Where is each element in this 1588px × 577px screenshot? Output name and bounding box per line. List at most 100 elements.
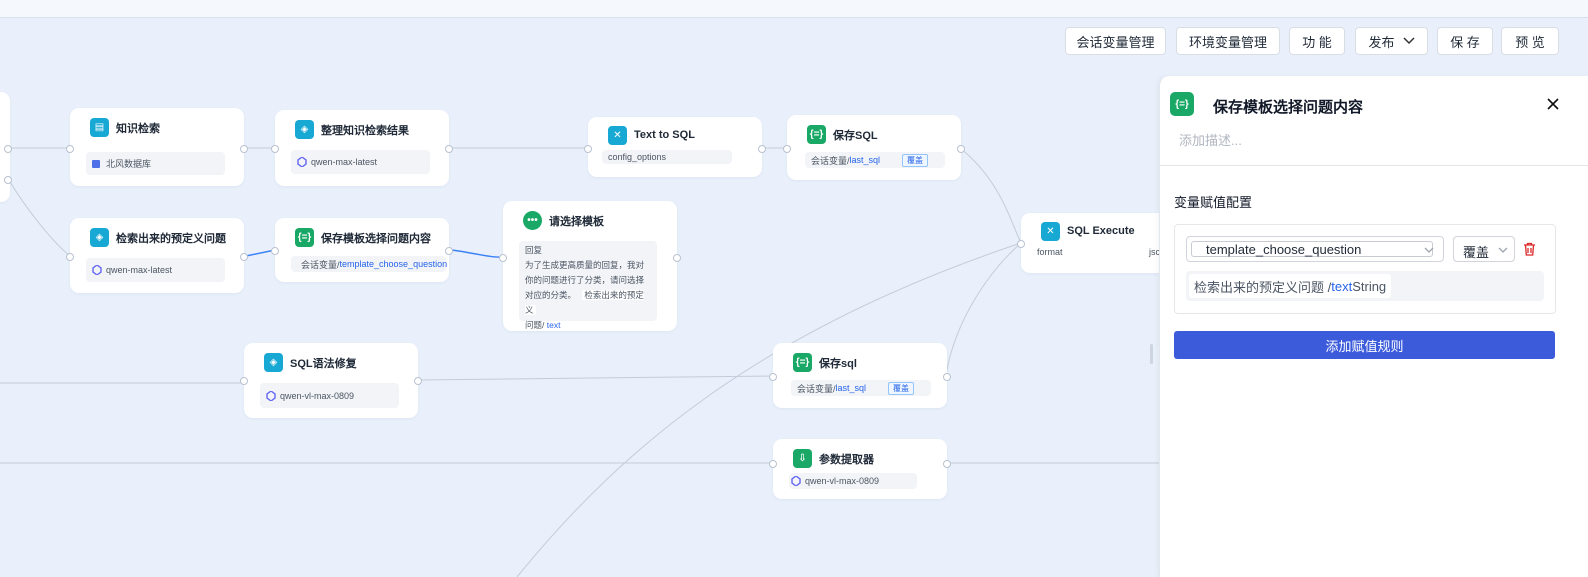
node-title: 保存SQL: [833, 130, 878, 142]
node-port[interactable]: [4, 176, 12, 184]
reply-line: 为了生成更高质量的回复，我对: [525, 260, 645, 270]
node-subtitle: qwen-max-latest: [291, 150, 430, 174]
save-sql-lower-node[interactable]: {=} 保存sql 会话变量/ last_sql 覆盖: [773, 343, 947, 408]
sql-execute-node[interactable]: ✕ SQL Execute format jsc: [1021, 213, 1181, 273]
cube-icon: ◈: [90, 228, 109, 247]
variable-name: template_choose_question: [339, 259, 448, 269]
node-port[interactable]: [584, 145, 592, 153]
reply-line: 问题/ text: [525, 318, 651, 333]
config-label: config_options: [608, 152, 667, 162]
knowledge-search-node[interactable]: ▤ 知识检索 北风数据库: [70, 108, 244, 186]
param-extractor-node[interactable]: ⇩ 参数提取器 qwen-vl-max-0809: [773, 439, 947, 499]
variable-icon: {=}: [295, 228, 314, 247]
mode-select-value: 覆盖: [1463, 245, 1490, 260]
add-rule-button[interactable]: 添加赋值规则: [1174, 331, 1555, 359]
delete-icon[interactable]: [1523, 242, 1536, 256]
scope-label: 问题/: [525, 320, 547, 330]
description-input[interactable]: 添加描述...: [1179, 130, 1242, 149]
organize-results-node[interactable]: ◈ 整理知识检索结果 qwen-max-latest: [275, 110, 449, 186]
node-title: 保存sql: [819, 358, 857, 370]
chevron-down-icon: [1498, 247, 1508, 253]
model-logo-icon: [791, 476, 801, 486]
model-label: qwen-max-latest: [311, 157, 378, 167]
panel-resize-handle[interactable]: [1150, 344, 1153, 364]
value-field[interactable]: 检索出来的预定义问题 / text String: [1186, 271, 1544, 301]
node-port[interactable]: [240, 145, 248, 153]
node-subtitle: qwen-vl-max-0809: [260, 383, 399, 408]
model-logo-icon: [266, 390, 276, 401]
node-subtitle: 北风数据库: [86, 152, 225, 175]
overwrite-badge: 覆盖: [888, 381, 915, 395]
mode-select[interactable]: 覆盖: [1453, 236, 1515, 262]
node-port[interactable]: [673, 254, 681, 262]
node-port[interactable]: [240, 377, 248, 385]
tool-icon: ✕: [1041, 222, 1060, 241]
node-port[interactable]: [499, 254, 507, 262]
predefined-question-node[interactable]: ◈ 检索出来的预定义问题 qwen-max-latest: [70, 218, 244, 293]
node-port[interactable]: [445, 145, 453, 153]
node-config-panel: {=} 保存模板选择问题内容 添加描述... 变量赋值配置 template_c…: [1159, 76, 1588, 577]
value-chip: 检索出来的预定义问题 / text String: [1189, 274, 1392, 298]
model-label: qwen-vl-max-0809: [805, 476, 880, 486]
panel-title: 保存模板选择问题内容: [1213, 99, 1364, 116]
model-logo-icon: [297, 157, 307, 167]
sql-fix-node[interactable]: ◈ SQL语法修复 qwen-vl-max-0809: [244, 343, 418, 418]
node-port[interactable]: [240, 253, 248, 261]
scope-label: 会话变量/: [797, 383, 836, 394]
reply-label: 回复: [525, 245, 543, 255]
extract-icon: ⇩: [793, 449, 812, 468]
node-subtitle: 会话变量/ last_sql 覆盖: [805, 152, 945, 168]
database-icon: [92, 159, 100, 168]
panel-divider: [1160, 165, 1588, 166]
node-title: 检索出来的预定义问题: [116, 233, 226, 245]
model-label: qwen-max-latest: [106, 265, 173, 275]
node-port[interactable]: [783, 145, 791, 153]
node-port[interactable]: [769, 460, 777, 468]
book-icon: ▤: [90, 118, 109, 137]
close-icon[interactable]: [1547, 98, 1559, 110]
node-title: 知识检索: [116, 123, 160, 135]
node-port[interactable]: [943, 460, 951, 468]
node-title: 保存模板选择问题内容: [321, 233, 431, 245]
tool-icon: ✕: [608, 126, 627, 145]
model-logo-icon: [92, 265, 102, 275]
assignment-rule-card: template_choose_question 覆盖 检索出来的预定义问题 /…: [1174, 224, 1556, 314]
node-title: 请选择模板: [549, 216, 604, 228]
value-type: String: [1352, 278, 1387, 294]
scope-label: 会话变量/: [811, 155, 850, 166]
node-port[interactable]: [4, 145, 12, 153]
reply-line: 对应的分类。 检索出来的预定义: [525, 288, 651, 318]
variable-select-value: template_choose_question: [1206, 242, 1362, 257]
save-template-choice-node[interactable]: {=} 保存模板选择问题内容 会话变量/ template_choose_que…: [275, 218, 449, 282]
node-title: Text to SQL: [634, 129, 695, 141]
node-port[interactable]: [957, 145, 965, 153]
overwrite-badge: 覆盖: [902, 153, 929, 167]
variable-icon: {=}: [807, 125, 826, 144]
node-port[interactable]: [271, 145, 279, 153]
node-port[interactable]: [758, 145, 766, 153]
node-port[interactable]: [66, 145, 74, 153]
node-subtitle: config_options: [602, 150, 732, 164]
section-title: 变量赋值配置: [1174, 195, 1253, 210]
text-to-sql-node[interactable]: ✕ Text to SQL config_options: [588, 117, 762, 177]
choose-template-node[interactable]: ••• 请选择模板 回复 为了生成更高质量的回复，我对 你的问题进行了分类，请问…: [503, 201, 677, 331]
node-port[interactable]: [1017, 240, 1025, 248]
node-port[interactable]: [445, 247, 453, 255]
variable-select[interactable]: template_choose_question: [1186, 236, 1444, 262]
node-port[interactable]: [414, 377, 422, 385]
reply-preview: 回复 为了生成更高质量的回复，我对 你的问题进行了分类，请问选择 对应的分类。 …: [519, 241, 657, 330]
node-port[interactable]: [769, 373, 777, 381]
node-title: 参数提取器: [819, 454, 874, 466]
node-subtitle: qwen-vl-max-0809: [789, 473, 917, 489]
reply-line: 你的问题进行了分类，请问选择: [525, 275, 645, 285]
variable-name: last_sql: [849, 155, 881, 165]
node-port[interactable]: [271, 247, 279, 255]
node-port[interactable]: [943, 373, 951, 381]
message-icon: •••: [523, 211, 542, 230]
value-source: 检索出来的预定义问题 /: [1194, 279, 1332, 295]
node-subtitle: qwen-max-latest: [86, 258, 225, 282]
node-port[interactable]: [66, 253, 74, 261]
datasource-label: 北风数据库: [106, 159, 152, 169]
save-sql-upper-node[interactable]: {=} 保存SQL 会话变量/ last_sql 覆盖: [787, 115, 961, 180]
cube-icon: ◈: [264, 353, 283, 372]
